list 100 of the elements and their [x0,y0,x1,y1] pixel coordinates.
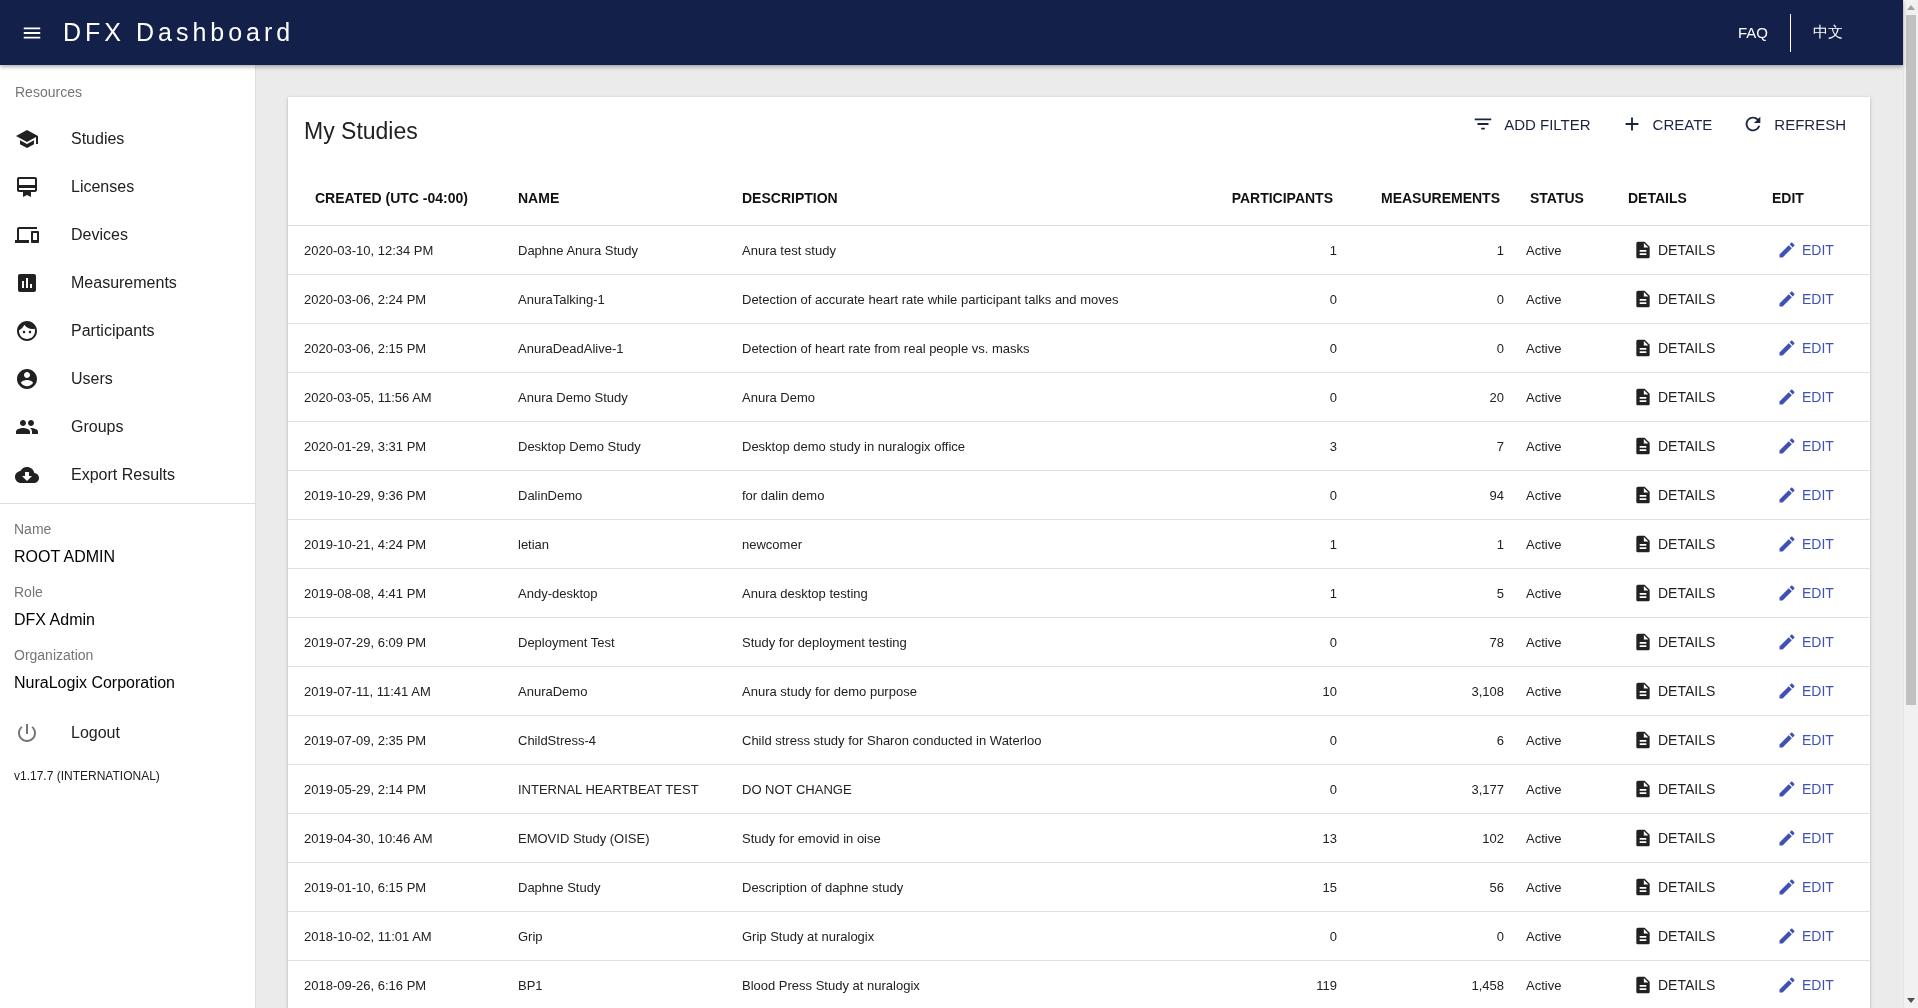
edit-button[interactable]: EDIT [1777,678,1834,703]
edit-button[interactable]: EDIT [1777,825,1834,850]
status-cell: Active [1508,715,1621,765]
status-cell: Active [1508,960,1621,1008]
info-label: Name [13,520,53,537]
column-header: DESCRIPTION [742,171,1217,226]
description-cell: Anura study for demo purpose [742,666,1217,716]
info-value: ROOT ADMIN [13,547,117,567]
edit-button[interactable]: EDIT [1777,237,1834,262]
sidebar-item[interactable]: Studies [0,115,255,163]
toolbar-button[interactable]: CREATE [1620,109,1713,139]
measurements-cell: 0 [1341,911,1508,961]
document-icon [1633,729,1653,750]
sidebar-item[interactable]: Licenses [0,163,255,211]
status-cell: Active [1508,911,1621,961]
details-button[interactable]: DETAILS [1633,972,1716,997]
details-button[interactable]: DETAILS [1633,531,1716,556]
participants-cell: 13 [1217,813,1341,863]
sidebar-item[interactable]: Groups [0,403,255,451]
scrollbar-thumb[interactable] [1906,15,1916,705]
measurements-cell: 20 [1341,372,1508,422]
details-button[interactable]: DETAILS [1633,286,1716,311]
toolbar-button[interactable]: REFRESH [1742,109,1846,139]
column-header: EDIT [1761,171,1872,226]
name-cell: DalinDemo [518,470,742,520]
details-button[interactable]: DETAILS [1633,335,1716,360]
sidebar-item[interactable]: Devices [0,211,255,259]
participants-cell: 0 [1217,911,1341,961]
description-cell: Detection of accurate heart rate while participant talks and moves [742,274,1217,324]
edit-button[interactable]: EDIT [1777,972,1834,997]
details-button[interactable]: DETAILS [1633,727,1716,752]
status-cell: Active [1508,813,1621,863]
header-link[interactable]: FAQ [1716,24,1790,41]
details-button[interactable]: DETAILS [1633,629,1716,654]
created-cell: 2019-05-29, 2:14 PM [288,764,518,814]
description-cell: Anura Demo [742,372,1217,422]
document-icon [1633,533,1653,554]
measurements-cell: 7 [1341,421,1508,471]
sidebar-item[interactable]: Export Results [0,451,255,499]
participants-cell: 3 [1217,421,1341,471]
toolbar-button[interactable]: ADD FILTER [1472,109,1591,139]
edit-button[interactable]: EDIT [1777,433,1834,458]
edit-button[interactable]: EDIT [1777,776,1834,801]
sidebar-item[interactable]: Participants [0,307,255,355]
edit-button[interactable]: EDIT [1777,286,1834,311]
document-icon [1633,337,1653,358]
created-cell: 2019-08-08, 4:41 PM [288,568,518,618]
status-cell: Active [1508,666,1621,716]
edit-button[interactable]: EDIT [1777,629,1834,654]
name-cell: Daphne Anura Study [518,225,742,275]
status-cell: Active [1508,568,1621,618]
created-cell: 2019-10-29, 9:36 PM [288,470,518,520]
edit-button[interactable]: EDIT [1777,580,1834,605]
details-button[interactable]: DETAILS [1633,237,1716,262]
sidebar-item[interactable]: Measurements [0,259,255,307]
graduation-cap-icon [15,127,39,151]
details-button[interactable]: DETAILS [1633,482,1716,507]
status-cell: Active [1508,274,1621,324]
edit-button[interactable]: EDIT [1777,923,1834,948]
edit-button[interactable]: EDIT [1777,482,1834,507]
measurements-cell: 1,458 [1341,960,1508,1008]
edit-button[interactable]: EDIT [1777,384,1834,409]
scroll-down-arrow-icon[interactable] [1907,998,1915,1003]
scroll-up-arrow-icon[interactable] [1907,5,1915,10]
edit-button[interactable]: EDIT [1777,874,1834,899]
details-button[interactable]: DETAILS [1633,433,1716,458]
header-link[interactable]: 中文 [1791,23,1883,42]
participants-cell: 0 [1217,470,1341,520]
logout-item[interactable]: Logout [0,709,255,757]
created-cell: 2020-03-06, 2:15 PM [288,323,518,373]
document-icon [1633,876,1653,897]
participants-cell: 15 [1217,862,1341,912]
status-cell: Active [1508,764,1621,814]
edit-button[interactable]: EDIT [1777,727,1834,752]
status-cell: Active [1508,421,1621,471]
created-cell: 2018-10-02, 11:01 AM [288,911,518,961]
measurements-cell: 56 [1341,862,1508,912]
edit-button[interactable]: EDIT [1777,335,1834,360]
measurements-cell: 6 [1341,715,1508,765]
scrollbar[interactable] [1903,0,1918,1008]
version-text: v1.17.7 (INTERNATIONAL) [13,768,161,783]
description-cell: Anura test study [742,225,1217,275]
details-button[interactable]: DETAILS [1633,825,1716,850]
document-icon [1633,435,1653,456]
name-cell: AnuraTalking-1 [518,274,742,324]
details-button[interactable]: DETAILS [1633,678,1716,703]
edit-button[interactable]: EDIT [1777,531,1834,556]
details-button[interactable]: DETAILS [1633,874,1716,899]
measurements-cell: 5 [1341,568,1508,618]
status-cell: Active [1508,372,1621,422]
details-button[interactable]: DETAILS [1633,776,1716,801]
column-header: PARTICIPANTS [1217,171,1341,226]
details-button[interactable]: DETAILS [1633,923,1716,948]
name-cell: Daphne Study [518,862,742,912]
sidebar-item[interactable]: Users [0,355,255,403]
participants-cell: 0 [1217,764,1341,814]
details-button[interactable]: DETAILS [1633,580,1716,605]
details-button[interactable]: DETAILS [1633,384,1716,409]
info-label: Role [13,583,44,600]
created-cell: 2020-03-10, 12:34 PM [288,225,518,275]
